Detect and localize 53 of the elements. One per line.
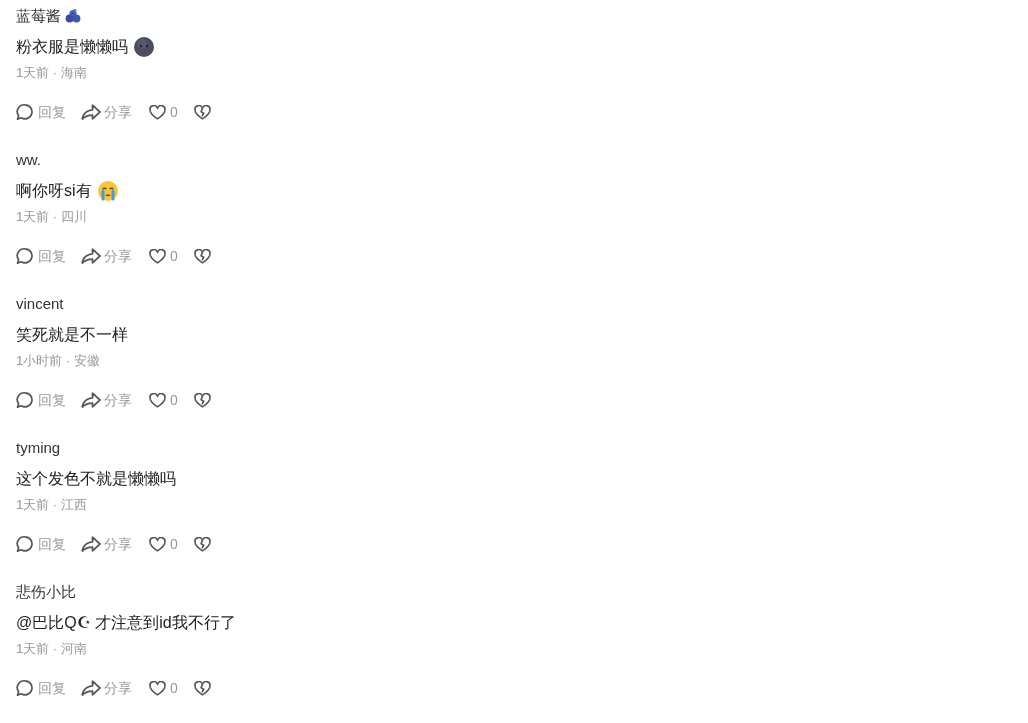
comment-meta: 1天前 · 海南 (16, 64, 87, 82)
heart-icon (149, 536, 166, 552)
heart-icon (149, 248, 166, 264)
reply-button[interactable]: 回复 (16, 388, 66, 412)
share-icon (81, 104, 101, 120)
comment-meta: 1天前 · 四川 (16, 208, 87, 226)
comment-text: 笑死就是不一样 (16, 325, 128, 345)
username[interactable]: tyming (16, 438, 61, 458)
comment-meta: 1天前 · 江西 (16, 496, 87, 514)
like-button[interactable]: 0 (149, 532, 178, 556)
share-button[interactable]: 分享 (81, 100, 132, 124)
comment-icon (16, 103, 34, 121)
username[interactable]: vincent (16, 294, 64, 314)
share-icon (81, 680, 101, 696)
broken-heart-icon (193, 104, 211, 120)
reply-button[interactable]: 回复 (16, 532, 66, 556)
comment-icon (16, 679, 34, 697)
comment-text: 啊你呀si有 (16, 181, 92, 201)
comment-text: @巴比Q☪ 才注意到id我不行了 (16, 613, 236, 633)
like-button[interactable]: 0 (149, 244, 178, 268)
username[interactable]: 悲伤小比 (16, 582, 76, 602)
share-button[interactable]: 分享 (81, 532, 132, 556)
comment-meta: 1天前 · 河南 (16, 640, 87, 658)
like-button[interactable]: 0 (149, 388, 178, 412)
comment-icon (16, 535, 34, 553)
username[interactable]: ww. (16, 150, 41, 170)
share-icon (81, 392, 101, 408)
like-button[interactable]: 0 (149, 100, 178, 124)
comment-meta: 1小时前 · 安徽 (16, 352, 100, 370)
blueberry-icon (65, 8, 81, 24)
dark-face-icon (134, 37, 154, 57)
heart-icon (149, 392, 166, 408)
broken-heart-icon (193, 536, 211, 552)
share-button[interactable]: 分享 (81, 388, 132, 412)
reply-button[interactable]: 回复 (16, 100, 66, 124)
share-button[interactable]: 分享 (81, 244, 132, 268)
comment-icon (16, 391, 34, 409)
like-button[interactable]: 0 (149, 676, 178, 700)
reply-button[interactable]: 回复 (16, 244, 66, 268)
username[interactable]: 蓝莓酱 (16, 6, 61, 26)
comment-text: 粉衣服是懒懒吗 (16, 37, 128, 57)
broken-heart-icon (193, 248, 211, 264)
broken-heart-icon (193, 392, 211, 408)
share-icon (81, 536, 101, 552)
broken-heart-icon (193, 680, 211, 696)
share-icon (81, 248, 101, 264)
heart-icon (149, 680, 166, 696)
comment-text: 这个发色不就是懒懒吗 (16, 469, 176, 489)
reply-button[interactable]: 回复 (16, 676, 66, 700)
heart-icon (149, 104, 166, 120)
share-button[interactable]: 分享 (81, 676, 132, 700)
comment-icon (16, 247, 34, 265)
crying-face-icon (97, 181, 118, 201)
